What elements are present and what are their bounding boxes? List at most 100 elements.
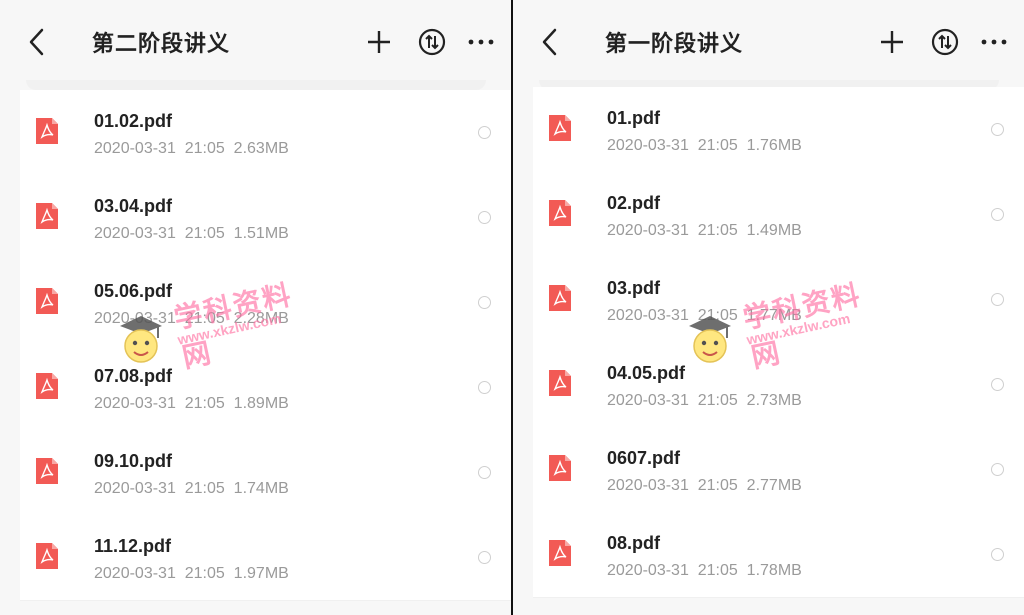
file-date: 2020-03-31 — [607, 307, 689, 324]
file-size: 2.63MB — [233, 140, 289, 157]
file-date: 2020-03-31 — [94, 480, 176, 497]
file-time: 21:05 — [697, 562, 738, 579]
file-size: 1.74MB — [233, 480, 289, 497]
file-name: 07.08.pdf — [94, 366, 173, 386]
select-radio[interactable] — [478, 551, 491, 564]
select-radio[interactable] — [478, 211, 491, 224]
folder-title: 第一阶段讲义 — [605, 32, 744, 57]
file-row[interactable]: 0607.pdf 2020-03-31 21:05 2.77MB — [533, 427, 1024, 513]
top-bar: 第一阶段讲义 — [513, 0, 1024, 82]
file-name: 0607.pdf — [607, 448, 681, 468]
select-radio[interactable] — [991, 123, 1004, 136]
select-radio[interactable] — [478, 466, 491, 479]
file-size: 1.77MB — [746, 307, 802, 324]
file-row[interactable]: 03.04.pdf 2020-03-31 21:05 1.51MB — [20, 175, 511, 261]
file-size: 2.77MB — [746, 477, 802, 494]
file-name: 09.10.pdf — [94, 451, 173, 471]
file-name: 01.pdf — [607, 108, 661, 128]
file-date: 2020-03-31 — [94, 310, 176, 327]
file-name: 03.04.pdf — [94, 196, 173, 216]
pdf-file-icon — [549, 455, 571, 481]
chevron-left-icon — [542, 28, 557, 56]
file-meta: 2020-03-31 21:05 1.77MB — [607, 307, 802, 325]
sort-button[interactable] — [417, 27, 447, 57]
file-date: 2020-03-31 — [607, 137, 689, 154]
select-radio[interactable] — [478, 126, 491, 139]
file-size: 1.78MB — [746, 562, 802, 579]
select-radio[interactable] — [991, 378, 1004, 391]
file-row[interactable]: 11.12.pdf 2020-03-31 21:05 1.97MB — [20, 515, 511, 601]
file-meta: 2020-03-31 21:05 1.89MB — [94, 395, 289, 413]
file-name: 01.02.pdf — [94, 111, 173, 131]
pdf-file-icon — [36, 288, 58, 314]
file-row[interactable]: 02.pdf 2020-03-31 21:05 1.49MB — [533, 172, 1024, 258]
file-date: 2020-03-31 — [94, 565, 176, 582]
file-name: 11.12.pdf — [94, 536, 172, 556]
folder-title: 第二阶段讲义 — [92, 32, 231, 57]
file-time: 21:05 — [184, 225, 225, 242]
pdf-file-icon — [549, 200, 571, 226]
pdf-file-icon — [36, 458, 58, 484]
file-name: 05.06.pdf — [94, 281, 173, 301]
more-icon — [981, 39, 1007, 45]
pdf-file-icon — [549, 285, 571, 311]
search-bar-edge — [26, 80, 486, 90]
select-radio[interactable] — [478, 381, 491, 394]
file-size: 1.49MB — [746, 222, 802, 239]
sort-icon — [931, 28, 959, 56]
more-icon — [468, 39, 494, 45]
file-time: 21:05 — [697, 392, 738, 409]
file-meta: 2020-03-31 21:05 1.97MB — [94, 565, 289, 583]
back-button[interactable] — [539, 28, 563, 56]
file-time: 21:05 — [184, 140, 225, 157]
file-name: 03.pdf — [607, 278, 661, 298]
file-date: 2020-03-31 — [607, 222, 689, 239]
file-date: 2020-03-31 — [94, 225, 176, 242]
file-size: 1.76MB — [746, 137, 802, 154]
file-meta: 2020-03-31 21:05 1.51MB — [94, 225, 289, 243]
file-browser-panel-left: 第二阶段讲义 01.02.pdf 2020-03-31 21:05 2.63MB… — [0, 0, 511, 615]
select-radio[interactable] — [991, 293, 1004, 306]
more-options-button[interactable] — [466, 27, 496, 57]
more-options-button[interactable] — [979, 27, 1009, 57]
add-button[interactable] — [364, 27, 394, 57]
plus-icon — [881, 31, 903, 53]
select-radio[interactable] — [991, 208, 1004, 221]
select-radio[interactable] — [478, 296, 491, 309]
pdf-file-icon — [549, 115, 571, 141]
pdf-file-icon — [36, 373, 58, 399]
file-row[interactable]: 03.pdf 2020-03-31 21:05 1.77MB — [533, 257, 1024, 343]
top-bar: 第二阶段讲义 — [0, 0, 511, 82]
file-row[interactable]: 04.05.pdf 2020-03-31 21:05 2.73MB — [533, 342, 1024, 428]
file-time: 21:05 — [697, 307, 738, 324]
add-button[interactable] — [877, 27, 907, 57]
sort-icon — [418, 28, 446, 56]
sort-button[interactable] — [930, 27, 960, 57]
pdf-file-icon — [549, 370, 571, 396]
file-time: 21:05 — [184, 310, 225, 327]
file-meta: 2020-03-31 21:05 2.77MB — [607, 477, 802, 495]
back-button[interactable] — [26, 28, 50, 56]
file-size: 1.51MB — [233, 225, 289, 242]
chevron-left-icon — [29, 28, 44, 56]
file-row[interactable]: 08.pdf 2020-03-31 21:05 1.78MB — [533, 512, 1024, 598]
pdf-file-icon — [36, 203, 58, 229]
select-radio[interactable] — [991, 548, 1004, 561]
file-browser-panel-right: 第一阶段讲义 01.pdf 2020-03-31 21:05 1.76MB 02… — [513, 0, 1024, 615]
file-row[interactable]: 07.08.pdf 2020-03-31 21:05 1.89MB — [20, 345, 511, 431]
file-size: 1.97MB — [233, 565, 289, 582]
file-row[interactable]: 09.10.pdf 2020-03-31 21:05 1.74MB — [20, 430, 511, 516]
pdf-file-icon — [549, 540, 571, 566]
plus-icon — [368, 31, 390, 53]
file-row[interactable]: 01.02.pdf 2020-03-31 21:05 2.63MB — [20, 90, 511, 176]
file-time: 21:05 — [697, 477, 738, 494]
file-row[interactable]: 05.06.pdf 2020-03-31 21:05 2.28MB — [20, 260, 511, 346]
file-date: 2020-03-31 — [94, 140, 176, 157]
file-name: 02.pdf — [607, 193, 661, 213]
file-date: 2020-03-31 — [607, 562, 689, 579]
file-meta: 2020-03-31 21:05 2.63MB — [94, 140, 289, 158]
select-radio[interactable] — [991, 463, 1004, 476]
file-row[interactable]: 01.pdf 2020-03-31 21:05 1.76MB — [533, 87, 1024, 173]
file-time: 21:05 — [184, 395, 225, 412]
file-date: 2020-03-31 — [607, 477, 689, 494]
